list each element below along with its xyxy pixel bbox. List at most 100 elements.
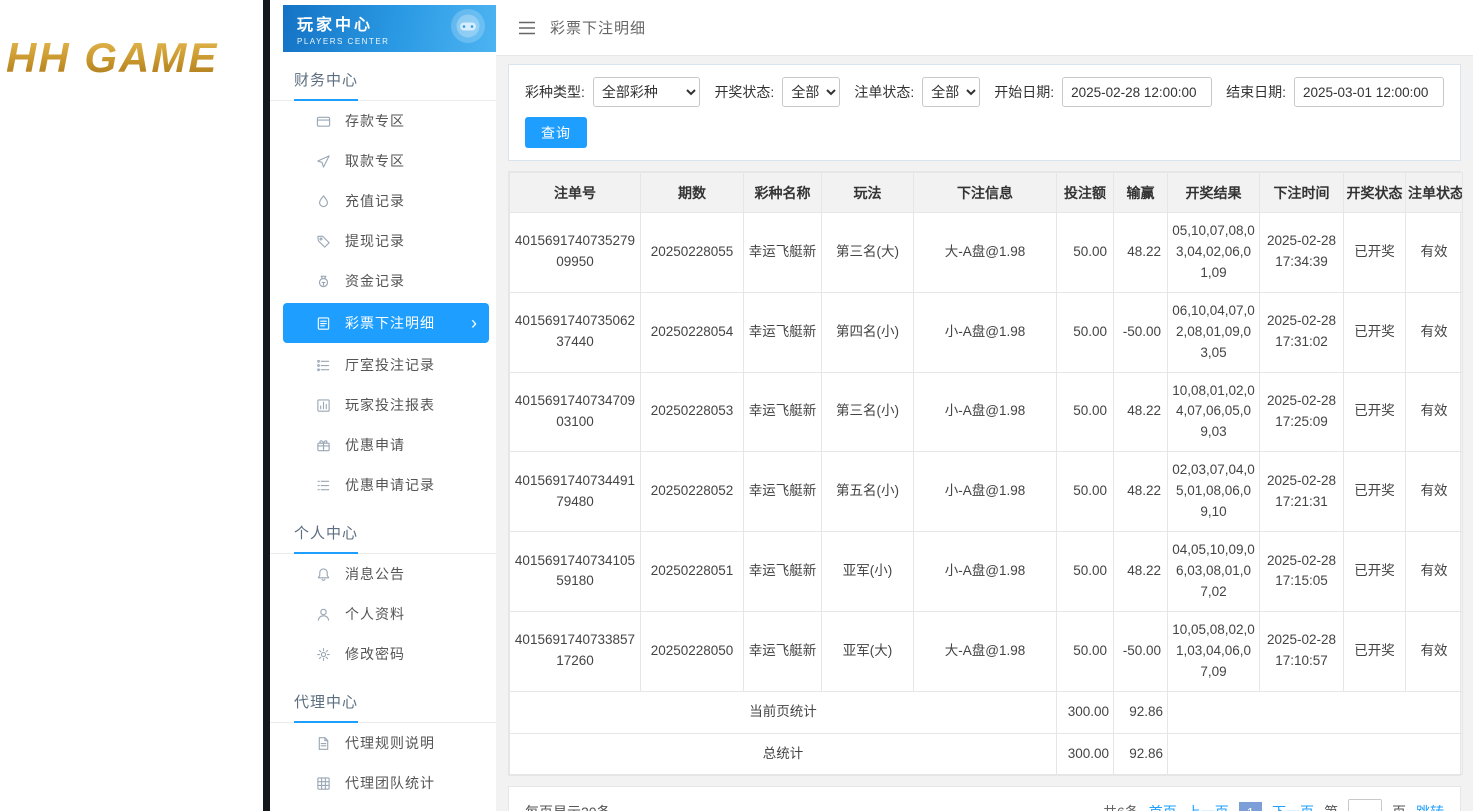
sidebar-item-label: 提现记录: [345, 233, 405, 249]
section-title: 财务中心: [270, 52, 496, 101]
summary-row: 总统计 300.00 92.86: [509, 732, 1463, 776]
sidebar-item[interactable]: 修改密码: [270, 634, 496, 674]
column-header: 下注时间: [1259, 172, 1344, 213]
lottery-type-label: 彩种类型:: [525, 84, 585, 100]
cell-order-status: 有效: [1405, 451, 1463, 533]
jump-link[interactable]: 跳转: [1416, 802, 1444, 811]
gamepad-icon: [450, 8, 486, 49]
sidebar: 玩家中心 PLAYERS CENTER 财务中心 存款专区取款专区充值记录提现记录…: [270, 0, 496, 811]
page-jump-input[interactable]: [1348, 799, 1382, 811]
sidebar-item[interactable]: 玩家投注报表: [270, 385, 496, 425]
sidebar-item[interactable]: 个人资料: [270, 594, 496, 634]
cell-amount: 50.00: [1056, 451, 1114, 533]
cell-bet-no: 401569174073385717260: [509, 610, 641, 692]
cell-period: 20250228050: [640, 610, 744, 692]
page-suffix-label: 页: [1392, 802, 1406, 811]
sidebar-item-label: 充值记录: [345, 193, 405, 209]
cell-amount: 50.00: [1056, 212, 1114, 293]
cell-amount: 50.00: [1056, 291, 1114, 373]
draw-status-label: 开奖状态:: [714, 84, 775, 100]
cell-time: 2025-02-28 17:34:39: [1259, 212, 1344, 293]
withdraw-icon: [316, 153, 332, 169]
promo-apply-icon: [316, 437, 332, 453]
sidebar-item[interactable]: 彩票下注明细 ›: [283, 303, 489, 343]
order-status-select[interactable]: 全部: [922, 77, 981, 107]
cell-info: 大-A盘@1.98: [913, 610, 1057, 692]
cell-draw-status: 已开奖: [1343, 291, 1406, 373]
cell-winloss: -50.00: [1113, 291, 1168, 373]
sidebar-item[interactable]: 充值记录: [270, 181, 496, 221]
page-title: 彩票下注明细: [550, 20, 647, 37]
hall-bet-icon: [316, 357, 332, 373]
cell-result: 10,05,08,02,01,03,04,06,07,09: [1167, 610, 1260, 692]
summary-row: 当前页统计 300.00 92.86: [509, 690, 1463, 734]
cell-result: 05,10,07,08,03,04,02,06,01,09: [1167, 212, 1260, 293]
sidebar-item-label: 取款专区: [345, 153, 405, 169]
table-row: 401569174073527909950 20250228055 幸运飞艇新 第三名…: [509, 212, 1463, 293]
table-header-row: 注单号 期数 彩种名称 玩法 下注信息 投注额 输赢 开奖结果 下注时间 开奖状态 注单状态: [509, 172, 1463, 213]
sidebar-item[interactable]: 取款专区: [270, 141, 496, 181]
total-count: 共6条: [1103, 802, 1139, 811]
column-header: 投注额: [1056, 172, 1114, 213]
summary-label: 总统计: [509, 732, 1057, 776]
draw-status-select[interactable]: 全部: [782, 77, 841, 107]
column-header: 注单状态: [1405, 172, 1463, 213]
bet-table: 注单号 期数 彩种名称 玩法 下注信息 投注额 输赢 开奖结果 下注时间 开奖状态 注单状态 4015…: [509, 172, 1463, 776]
cell-order-status: 有效: [1405, 212, 1463, 293]
section-title-text: 个人中心: [294, 522, 359, 554]
summary-label: 当前页统计: [509, 690, 1057, 734]
agent-team-icon: [316, 775, 332, 791]
cell-draw-status: 已开奖: [1343, 451, 1406, 533]
sidebar-item[interactable]: 代理规则说明: [270, 723, 496, 763]
cell-time: 2025-02-28 17:25:09: [1259, 371, 1344, 453]
panel-divider: [263, 0, 270, 811]
sidebar-item[interactable]: 代理团队统计: [270, 763, 496, 803]
first-page-link[interactable]: 首页: [1149, 802, 1177, 811]
table-row: 401569174073410559180 20250228051 幸运飞艇新 亚军(…: [509, 531, 1463, 612]
search-button[interactable]: 查询: [525, 117, 587, 148]
cell-info: 大-A盘@1.98: [913, 212, 1057, 293]
filter-row: 彩种类型: 全部彩种 开奖状态: 全部 注单状态: 全部 开始日期: 结束日期:: [525, 77, 1444, 107]
column-header: 开奖状态: [1343, 172, 1406, 213]
message-icon: [316, 566, 332, 582]
cell-info: 小-A盘@1.98: [913, 291, 1057, 373]
withdrawal-record-icon: [316, 233, 332, 249]
column-header: 下注信息: [913, 172, 1057, 213]
end-date-input[interactable]: [1294, 77, 1444, 107]
agent-rules-icon: [316, 735, 332, 751]
cell-lottery: 幸运飞艇新: [743, 610, 822, 692]
page-prefix-label: 第: [1324, 802, 1338, 811]
summary-bet-amount: 300.00: [1056, 690, 1114, 734]
cell-time: 2025-02-28 17:31:02: [1259, 291, 1344, 373]
sidebar-item[interactable]: 优惠申请记录: [270, 465, 496, 505]
cell-info: 小-A盘@1.98: [913, 531, 1057, 612]
prev-page-link[interactable]: 上一页: [1187, 802, 1229, 811]
cell-result: 10,08,01,02,04,07,06,05,09,03: [1167, 371, 1260, 453]
sidebar-item[interactable]: 提现记录: [270, 221, 496, 261]
start-date-input[interactable]: [1062, 77, 1213, 107]
sidebar-item[interactable]: 厅室投注记录: [270, 345, 496, 385]
cell-amount: 50.00: [1056, 531, 1114, 612]
section-title-text: 代理中心: [294, 691, 359, 723]
column-header: 注单号: [509, 172, 641, 213]
sidebar-item[interactable]: 资金记录: [270, 261, 496, 301]
next-page-link[interactable]: 下一页: [1272, 802, 1314, 811]
lottery-type-select[interactable]: 全部彩种: [592, 77, 701, 107]
deposit-icon: [316, 113, 332, 129]
cell-time: 2025-02-28 17:10:57: [1259, 610, 1344, 692]
cell-lottery: 幸运飞艇新: [743, 531, 822, 612]
current-page-badge[interactable]: 1: [1238, 801, 1262, 811]
sidebar-item[interactable]: 优惠申请: [270, 425, 496, 465]
sidebar-item[interactable]: 消息公告: [270, 554, 496, 594]
hamburger-icon[interactable]: [518, 21, 536, 35]
column-header: 开奖结果: [1167, 172, 1260, 213]
sidebar-header: 玩家中心 PLAYERS CENTER: [283, 5, 496, 52]
cell-time: 2025-02-28 17:15:05: [1259, 531, 1344, 612]
summary-winloss: 92.86: [1113, 732, 1168, 776]
cell-winloss: 48.22: [1113, 451, 1168, 533]
promo-record-icon: [316, 477, 332, 493]
cell-bet-no: 401569174073410559180: [509, 531, 641, 612]
cell-bet-no: 401569174073449179480: [509, 451, 641, 533]
summary-empty-cell: [1167, 690, 1463, 734]
sidebar-item[interactable]: 存款专区: [270, 101, 496, 141]
